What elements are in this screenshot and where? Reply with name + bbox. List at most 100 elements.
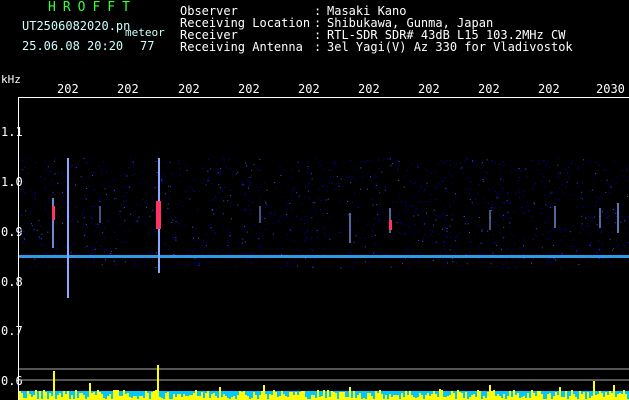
noise-pixel — [502, 202, 504, 204]
count-bar — [291, 392, 293, 400]
noise-pixel — [24, 193, 26, 195]
noise-pixel — [76, 169, 77, 171]
noise-pixel — [610, 186, 612, 188]
count-bar — [401, 393, 403, 400]
noise-pixel — [211, 209, 213, 211]
noise-pixel — [77, 221, 79, 223]
noise-pixel — [467, 176, 469, 178]
noise-pixel — [546, 238, 548, 240]
noise-pixel — [320, 164, 322, 166]
noise-pixel — [105, 258, 107, 260]
count-bar — [293, 395, 295, 400]
noise-pixel — [469, 240, 471, 242]
noise-pixel — [298, 170, 300, 172]
noise-pixel — [258, 238, 260, 240]
noise-pixel — [417, 201, 419, 203]
count-bar — [29, 394, 31, 400]
noise-pixel — [307, 166, 309, 168]
noise-pixel — [488, 189, 490, 190]
noise-pixel — [250, 237, 252, 239]
noise-pixel — [230, 202, 232, 204]
noise-pixel — [107, 182, 109, 184]
count-bar — [317, 390, 319, 400]
noise-pixel — [433, 209, 435, 211]
noise-pixel — [92, 261, 94, 263]
noise-pixel — [89, 253, 91, 254]
noise-pixel — [597, 251, 598, 253]
noise-pixel — [581, 215, 583, 217]
noise-pixel — [70, 166, 72, 168]
noise-pixel — [502, 267, 504, 269]
noise-pixel — [533, 258, 534, 260]
noise-pixel — [354, 262, 356, 263]
count-bar — [359, 393, 361, 400]
noise-pixel — [219, 171, 221, 172]
noise-pixel — [62, 191, 63, 193]
noise-pixel — [513, 235, 515, 237]
noise-pixel — [504, 236, 506, 238]
noise-pixel — [91, 253, 93, 254]
noise-pixel — [625, 220, 627, 222]
noise-pixel — [562, 252, 564, 254]
noise-pixel — [242, 238, 244, 240]
noise-pixel — [124, 220, 126, 222]
noise-pixel — [66, 259, 67, 261]
noise-pixel — [611, 225, 613, 227]
noise-pixel — [291, 226, 293, 228]
count-bar — [45, 392, 47, 400]
noise-pixel — [386, 221, 388, 223]
count-bar — [539, 391, 541, 400]
noise-pixel — [464, 160, 466, 162]
noise-pixel — [293, 240, 295, 242]
noise-pixel — [114, 189, 115, 191]
noise-pixel — [207, 180, 209, 182]
noise-pixel — [325, 199, 327, 201]
noise-pixel — [313, 266, 315, 268]
noise-pixel — [170, 174, 172, 176]
noise-pixel — [405, 206, 407, 208]
noise-pixel — [202, 168, 204, 170]
noise-pixel — [501, 190, 503, 192]
noise-pixel — [237, 241, 239, 243]
noise-pixel — [598, 198, 600, 200]
noise-pixel — [550, 261, 552, 263]
noise-pixel — [347, 229, 349, 230]
noise-pixel — [298, 251, 300, 253]
noise-pixel — [478, 184, 480, 185]
noise-pixel — [624, 220, 626, 222]
count-bar — [605, 392, 607, 400]
noise-pixel — [101, 183, 103, 185]
meteor-trace — [554, 206, 556, 228]
noise-pixel — [164, 176, 166, 178]
noise-pixel — [373, 175, 375, 177]
noise-pixel — [235, 173, 237, 175]
noise-pixel — [151, 228, 153, 230]
count-bar — [139, 396, 141, 400]
noise-pixel — [63, 175, 65, 177]
noise-pixel — [246, 259, 248, 260]
noise-pixel — [525, 248, 527, 250]
noise-pixel — [583, 164, 584, 165]
noise-pixel — [573, 245, 575, 247]
noise-pixel — [502, 219, 504, 220]
noise-pixel — [464, 223, 466, 225]
noise-pixel — [194, 248, 196, 250]
x-tick-label: 202 — [57, 82, 79, 96]
noise-pixel — [351, 177, 353, 179]
noise-pixel — [364, 246, 366, 248]
noise-pixel — [398, 180, 400, 181]
noise-pixel — [303, 233, 305, 235]
noise-pixel — [490, 263, 492, 265]
count-bar — [117, 390, 119, 400]
noise-pixel — [281, 248, 283, 250]
noise-pixel — [431, 231, 433, 233]
noise-pixel — [49, 224, 51, 226]
noise-pixel — [320, 208, 322, 210]
noise-pixel — [311, 217, 313, 219]
count-bar — [223, 394, 225, 400]
noise-pixel — [44, 185, 46, 187]
noise-pixel — [227, 200, 229, 202]
noise-pixel — [600, 232, 602, 234]
noise-pixel — [440, 252, 442, 254]
count-bar — [107, 396, 109, 400]
